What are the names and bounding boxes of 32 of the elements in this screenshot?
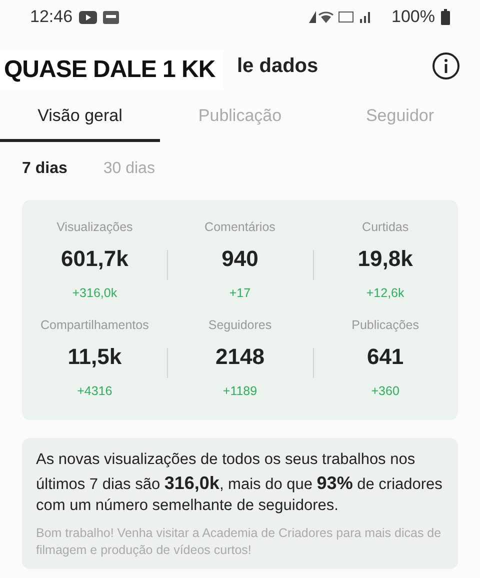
video-caption: QUASE DALE 1 KK xyxy=(0,50,224,90)
period-option[interactable]: 30 dias xyxy=(103,160,155,178)
status-time: 12:46 xyxy=(30,7,73,27)
metric-change: +316,0k xyxy=(72,286,118,300)
metric-value: 641 xyxy=(366,344,404,370)
metric-value: 11,5k xyxy=(68,344,122,370)
metric-change: +17 xyxy=(229,286,251,300)
tab[interactable]: Publicação xyxy=(160,92,320,142)
insight-tip: Bom trabalho! Venha visitar a Academia de Criadores para mais dicas de filmagem e produção de vídeos curtos! xyxy=(36,524,442,559)
insight-summary: As novas visualizações de todos os seus trabalhos nos últimos 7 dias são 316,0k, mais do que 93% de criadores com um número semelhante de seguidores. xyxy=(36,450,444,516)
metric-change: +1189 xyxy=(222,384,258,398)
metric-label: Comentários xyxy=(204,220,276,234)
metric-label: Visualizações xyxy=(56,220,133,234)
tab[interactable]: Visão geral xyxy=(0,92,160,142)
battery-percent: 100% xyxy=(392,7,435,27)
period-option[interactable]: 7 dias xyxy=(22,160,68,178)
metric-change: +4316 xyxy=(77,384,112,398)
metric-label: Seguidores xyxy=(208,318,272,332)
metric-label: Curtidas xyxy=(362,220,409,234)
metric-value: 19,8k xyxy=(358,246,413,272)
metric-value: 601,7k xyxy=(61,246,128,272)
info-icon[interactable] xyxy=(432,52,460,80)
page-title: le dados xyxy=(237,54,318,78)
tab[interactable]: Seguidor xyxy=(320,92,480,142)
metric-change: +12,6k xyxy=(366,286,404,300)
metric-value: 940 xyxy=(222,246,258,272)
metric-label: Publicações xyxy=(352,318,420,332)
battery-icon xyxy=(441,9,450,25)
metric-label: Compartilhamentos xyxy=(40,318,149,332)
metric-change: +360 xyxy=(371,384,400,398)
play-icon xyxy=(78,10,97,24)
metric-value: 2148 xyxy=(216,344,264,370)
